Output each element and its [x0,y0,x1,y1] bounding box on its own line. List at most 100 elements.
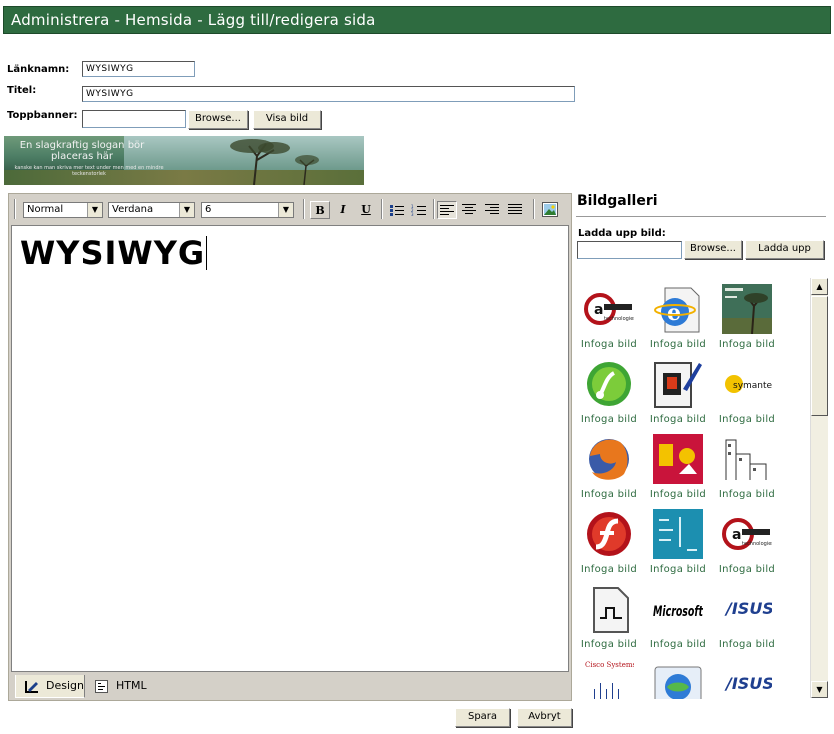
red-poster-icon[interactable] [653,434,703,484]
format-select[interactable]: Normal ▼ [23,202,103,218]
svg-text:e: e [667,300,681,326]
font-value: Verdana [112,204,154,215]
format-value: Normal [27,204,64,215]
gallery-divider [576,216,826,217]
insert-image-link[interactable]: Infoga bild [577,564,644,575]
asus-logo-text: /ISUS [724,599,772,618]
scroll-up-icon[interactable]: ▲ [811,278,828,295]
tab-html[interactable]: HTML [86,675,150,698]
asus-logo-icon[interactable]: /ISUS [722,584,772,634]
cancel-button[interactable]: Avbryt [517,708,572,727]
data-logo-icon[interactable]: atechnologies [722,509,772,559]
insert-image-link[interactable]: Infoga bild [712,339,782,350]
flash-logo-icon[interactable] [584,509,634,559]
bullet-list-icon [390,205,404,216]
symantec-logo-icon[interactable]: symantec. [722,359,772,409]
scroll-down-icon[interactable]: ▼ [811,681,828,698]
cisco-logo-icon[interactable]: Cisco Systems [584,659,634,699]
page-title: Administrera - Hemsida - Lägg till/redig… [11,11,376,29]
chevron-down-icon: ▼ [87,203,102,217]
numbered-list-icon: 123 [411,204,426,217]
topbanner-label: Toppbanner: [7,110,78,121]
italic-button[interactable]: I [333,201,353,219]
svg-text:technologies: technologies [604,316,634,322]
tab-html-label: HTML [116,679,147,692]
align-center-button[interactable] [459,201,479,219]
ie-document-icon[interactable]: e [653,284,703,334]
svg-text:a: a [732,527,741,543]
linkname-input[interactable]: WYSIWYG [82,61,195,77]
insert-image-link[interactable]: Infoga bild [577,339,644,350]
linkname-label: Länknamn: [7,64,70,75]
html-icon [95,680,108,693]
upload-button[interactable]: Ladda upp [745,240,824,259]
toolbar-grip [14,199,15,219]
upload-browse-button[interactable]: Browse... [684,240,742,259]
align-right-button[interactable] [482,201,502,219]
insert-image-link[interactable]: Infoga bild [643,414,713,425]
editor-heading: WYSIWYG [20,234,208,272]
tab-design[interactable]: Design [15,675,85,698]
svg-text:a: a [594,302,603,318]
insert-image-link[interactable]: Infoga bild [643,639,713,650]
upload-file-input[interactable] [577,241,682,259]
microsoft-logo-icon[interactable]: Microsoft [653,584,703,634]
scrollbar-thumb[interactable] [811,296,828,416]
topbanner-browse-button[interactable]: Browse... [188,110,248,129]
microsoft-logo-text: Microsoft [653,604,703,620]
align-left-icon [440,205,454,215]
asus-logo-icon[interactable]: /ISUS [722,659,772,699]
teal-text-icon[interactable] [653,509,703,559]
svg-text:3: 3 [411,212,414,217]
editor-content-text: WYSIWYG [20,234,206,272]
numbered-list-button[interactable]: 123 [409,201,429,219]
gallery-title: Bildgalleri [577,193,658,209]
landscape-photo-icon[interactable] [722,284,772,334]
chevron-down-icon: ▼ [278,203,293,217]
tab-design-label: Design [46,679,84,692]
banner-subtext: kanske kan man skriva mer text under men… [14,165,164,177]
top-banner-image: En slagkraftig slogan bör placeras här k… [4,136,364,185]
editor-canvas[interactable]: WYSIWYG [11,225,569,672]
asus-logo-text: /ISUS [724,674,772,693]
insert-image-link[interactable]: Infoga bild [643,564,713,575]
topbanner-file-input[interactable] [82,110,186,128]
align-left-button[interactable] [437,201,457,219]
bold-button[interactable]: B [310,201,330,219]
image-icon [542,202,558,217]
insert-image-link[interactable]: Infoga bild [577,489,644,500]
insert-image-button[interactable] [540,201,560,219]
font-select[interactable]: Verdana ▼ [108,202,195,218]
insert-image-link[interactable]: Infoga bild [712,564,782,575]
insert-image-link[interactable]: Infoga bild [643,339,713,350]
title-bar: Administrera - Hemsida - Lägg till/redig… [3,6,831,34]
gallery-scrollbar[interactable]: ▲ ▼ [810,278,828,698]
ie-globe-icon[interactable] [653,659,703,699]
show-image-button[interactable]: Visa bild [253,110,321,129]
justify-button[interactable] [505,201,525,219]
data-logo-icon[interactable]: atechnologies [584,284,634,334]
insert-image-link[interactable]: Infoga bild [712,639,782,650]
insert-image-link[interactable]: Infoga bild [577,639,644,650]
size-select[interactable]: 6 ▼ [201,202,294,218]
green-sphere-icon[interactable] [584,359,634,409]
cisco-logo-text: Cisco Systems [585,661,634,669]
insert-image-link[interactable]: Infoga bild [577,414,644,425]
chevron-down-icon: ▼ [179,203,194,217]
city-sketch-icon[interactable] [722,434,772,484]
insert-image-link[interactable]: Infoga bild [712,489,782,500]
toolbar-separator [433,199,434,219]
bullet-list-button[interactable] [387,201,407,219]
insert-image-link[interactable]: Infoga bild [643,489,713,500]
page-edit-icon[interactable] [653,359,703,409]
save-button[interactable]: Spara [455,708,510,727]
underline-button[interactable]: U [356,201,376,219]
waveform-doc-icon[interactable] [584,584,634,634]
editor-tabs: Design HTML [11,675,569,699]
svg-text:technologies: technologies [742,541,772,547]
title-input[interactable]: WYSIWYG [82,86,575,102]
text-caret [206,236,208,270]
insert-image-link[interactable]: Infoga bild [712,414,782,425]
align-center-icon [462,204,476,214]
firefox-logo-icon[interactable] [584,434,634,484]
